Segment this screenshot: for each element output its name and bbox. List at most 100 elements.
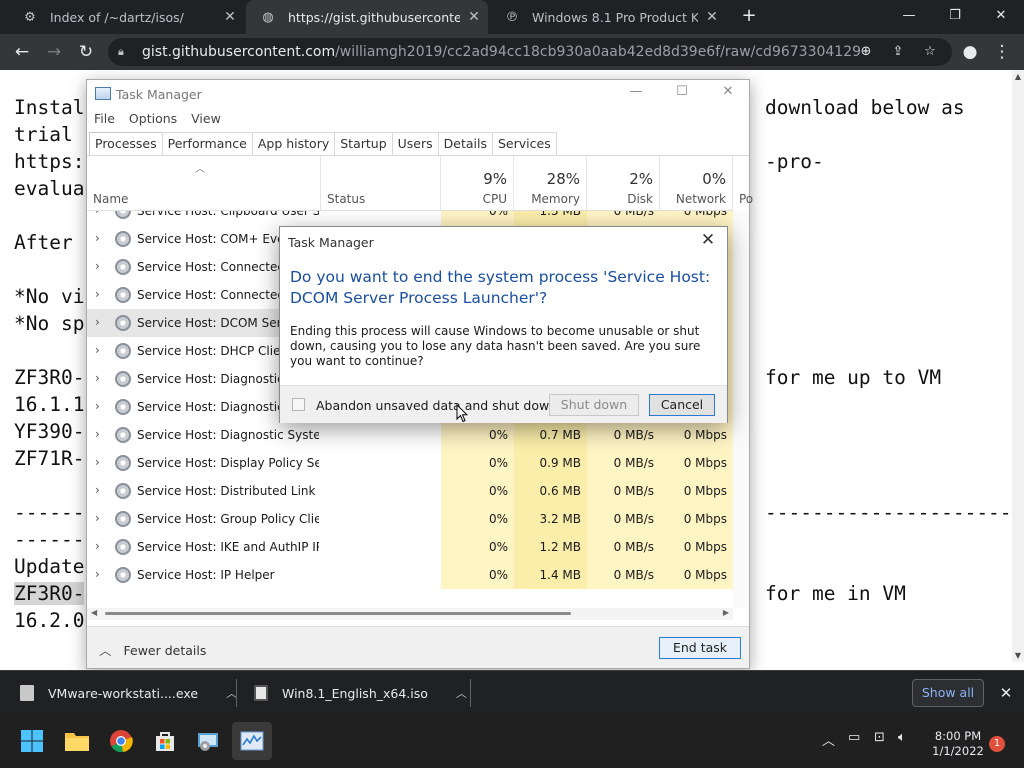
address-bar[interactable]: 🔒︎ gist.githubusercontent.com/williamgh2… [108, 38, 952, 66]
process-row[interactable]: › Service Host: Diagnostic System... 0% 0.7… [87, 421, 733, 449]
cancel-button[interactable]: Cancel [649, 394, 715, 416]
download-item-vmware[interactable]: VMware-workstati....exe ︿ [20, 671, 237, 715]
scroll-thumb[interactable] [105, 612, 571, 615]
menu-options[interactable]: Options [122, 109, 184, 131]
bookmark-star-icon[interactable]: ☆ [920, 42, 940, 62]
title-bar[interactable]: Task Manager — ☐ ✕ [87, 80, 749, 108]
chevron-right-icon[interactable]: › [95, 539, 100, 553]
browser-tab-gist[interactable]: ◍ https://gist.githubusercontent.co ✕ [246, 0, 488, 34]
column-name[interactable]: ︿ Name [87, 156, 321, 210]
column-cpu[interactable]: 9% CPU [441, 156, 514, 210]
process-row[interactable]: › Service Host: Distributed Link Tr... 0% 0… [87, 477, 733, 505]
browser-tab-windows-key[interactable]: ℗ Windows 8.1 Pro Product Key (F ✕ [490, 0, 726, 34]
close-download-shelf-button[interactable]: ✕ [996, 681, 1016, 705]
abandon-data-label[interactable]: Abandon unsaved data and shut down. [316, 398, 561, 413]
scroll-up-icon[interactable]: ▲ [1012, 72, 1024, 81]
memory-value: 0.7 MB [539, 428, 581, 442]
tab-performance[interactable]: Performance [161, 132, 253, 155]
zoom-icon[interactable]: ⊕ [856, 42, 876, 62]
fewer-details-link[interactable]: ︿ Fewer details [99, 640, 206, 659]
chevron-right-icon[interactable]: › [95, 567, 100, 581]
process-name: Service Host: IKE and AuthIP IPs... [137, 540, 319, 554]
process-row[interactable]: › Service Host: Clipboard User Ser... 0% 1.… [87, 211, 733, 225]
maximize-button[interactable]: ☐ [659, 84, 705, 99]
task-manager-taskbar-icon[interactable] [232, 722, 272, 760]
tab-app-history[interactable]: App history [251, 132, 336, 155]
share-icon[interactable]: ⇪ [888, 42, 908, 62]
chevron-right-icon[interactable]: › [95, 211, 100, 217]
process-row[interactable]: › Service Host: Group Policy Client 0% 3.2 … [87, 505, 733, 533]
process-row[interactable]: › Service Host: IKE and AuthIP IPs... 0% 1.… [87, 533, 733, 561]
chevron-right-icon[interactable]: › [95, 427, 100, 441]
microsoft-store-icon[interactable] [151, 727, 179, 755]
column-network[interactable]: 0% Network [660, 156, 733, 210]
process-name: Service Host: Diagnostic System... [137, 428, 319, 442]
system-clock[interactable]: 8:00 PM 1/1/2022 [930, 729, 986, 759]
scroll-left-icon[interactable]: ◀ [91, 608, 97, 617]
scroll-down-icon[interactable]: ▼ [1012, 651, 1024, 660]
close-icon[interactable]: ✕ [698, 9, 726, 25]
browser-tab-isos[interactable]: ⚙ Index of /~dartz/isos/ ✕ [8, 0, 244, 34]
chevron-right-icon[interactable]: › [95, 483, 100, 497]
column-memory[interactable]: 28% Memory [514, 156, 587, 210]
battery-icon[interactable]: ▭ [848, 730, 860, 745]
notification-badge[interactable]: 1 [989, 736, 1005, 752]
reload-button[interactable]: ↻ [72, 39, 100, 65]
forward-button[interactable]: → [40, 39, 68, 65]
new-tab-button[interactable]: + [736, 4, 762, 30]
shut-down-button[interactable]: Shut down [549, 394, 639, 416]
tab-startup[interactable]: Startup [334, 132, 393, 155]
close-icon[interactable]: ✕ [216, 9, 244, 25]
restore-button[interactable]: ❐ [932, 0, 978, 34]
back-button[interactable]: ← [8, 39, 36, 65]
chevron-right-icon[interactable]: › [95, 511, 100, 525]
tab-details[interactable]: Details [437, 132, 493, 155]
minimize-button[interactable]: — [886, 0, 932, 34]
volume-icon[interactable]: 🔈︎ [898, 730, 906, 745]
gist-raw-text-right: download below as -pro- for me up to VM … [765, 94, 1012, 634]
chrome-icon[interactable] [107, 727, 135, 755]
network-icon[interactable]: ⊡ [874, 730, 885, 745]
network-value: 0 Mbps [683, 211, 727, 218]
chevron-right-icon[interactable]: › [95, 371, 100, 385]
menu-file[interactable]: File [87, 109, 122, 131]
memory-value: 0.9 MB [539, 456, 581, 470]
page-scrollbar[interactable]: ▲ ▼ [1012, 70, 1024, 662]
tab-services[interactable]: Services [492, 132, 557, 155]
chevron-up-icon[interactable]: ︿ [456, 685, 467, 701]
process-list-hscroll[interactable]: ◀ ▶ [87, 608, 733, 620]
minimize-button[interactable]: — [613, 84, 659, 99]
chevron-up-icon[interactable]: ︿ [822, 730, 835, 749]
start-windows-icon[interactable] [18, 727, 46, 755]
chevron-right-icon[interactable]: › [95, 259, 100, 273]
process-list-vscroll[interactable] [733, 211, 749, 608]
tab-users[interactable]: Users [391, 132, 439, 155]
chevron-right-icon[interactable]: › [95, 455, 100, 469]
chevron-right-icon[interactable]: › [95, 343, 100, 357]
chevron-right-icon[interactable]: › [95, 287, 100, 301]
chevron-right-icon[interactable]: › [95, 231, 100, 245]
service-gear-icon [115, 211, 131, 219]
process-row[interactable]: › Service Host: Display Policy Serv... 0% 0… [87, 449, 733, 477]
end-task-button[interactable]: End task [659, 637, 741, 659]
menu-view[interactable]: View [184, 109, 228, 131]
control-panel-icon[interactable] [194, 727, 222, 755]
download-item-win81-iso[interactable]: Win8.1_English_x64.iso ︿ [254, 671, 467, 715]
file-explorer-icon[interactable] [63, 727, 91, 755]
column-power[interactable]: Po [733, 156, 753, 210]
column-status[interactable]: Status [321, 156, 441, 210]
menu-kebab-icon[interactable]: ⋮ [988, 39, 1016, 65]
close-window-button[interactable]: ✕ [978, 0, 1024, 34]
tab-processes[interactable]: Processes [89, 132, 163, 156]
close-button[interactable]: ✕ [705, 84, 751, 99]
chevron-right-icon[interactable]: › [95, 399, 100, 413]
process-row[interactable]: › Service Host: IP Helper 0% 1.4 MB 0 MB/s 0 … [87, 561, 733, 589]
close-icon[interactable]: ✕ [460, 9, 488, 25]
profile-icon[interactable]: ● [956, 39, 984, 65]
show-all-button[interactable]: Show all [912, 679, 984, 707]
dialog-close-button[interactable]: ✕ [695, 230, 721, 252]
column-disk[interactable]: 2% Disk [587, 156, 660, 210]
chevron-right-icon[interactable]: › [95, 315, 100, 329]
scroll-right-icon[interactable]: ▶ [723, 608, 729, 617]
abandon-data-checkbox[interactable] [292, 398, 305, 411]
